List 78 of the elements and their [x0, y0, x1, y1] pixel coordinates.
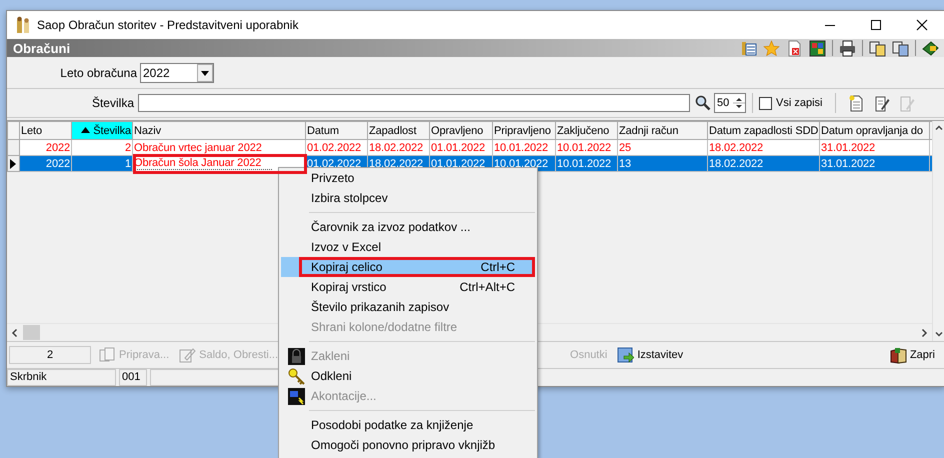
record-count-field: 2: [9, 346, 91, 364]
table-cell: 2: [124, 142, 131, 154]
column-header[interactable]: Naziv: [132, 122, 306, 140]
menu-item[interactable]: Izbira stolpcev: [281, 188, 535, 208]
delete-document-icon[interactable]: [786, 40, 803, 56]
edit-icon: [179, 346, 196, 364]
menu-item[interactable]: Število prikazanih zapisov: [281, 297, 535, 317]
sort-ascending-icon: [81, 126, 90, 132]
table-cell: 10.01.2022: [557, 158, 612, 170]
column-header[interactable]: Številka: [72, 122, 132, 140]
table-cell: 31.01.2022: [821, 142, 876, 154]
key-icon: [288, 368, 304, 384]
copy-icon[interactable]: [869, 40, 886, 56]
table-cell: 31.01.2022: [821, 158, 876, 170]
status-field: 001: [119, 369, 147, 386]
year-dropdown[interactable]: 2022: [140, 62, 214, 82]
toolbar-button[interactable]: Zapri: [888, 346, 937, 364]
table-cell: Obračun vrtec januar 2022: [134, 142, 262, 154]
table-cell: 18.02.2022: [369, 158, 424, 170]
menu-item[interactable]: Izvoz v Excel: [281, 237, 535, 257]
menu-item[interactable]: Čarovnik za izvoz podatkov ...: [281, 217, 535, 237]
column-header[interactable]: Zapadlost: [368, 122, 430, 140]
column-header[interactable]: Datum: [306, 122, 368, 140]
lock-icon: [288, 348, 304, 364]
table-cell: 18.02.2022: [709, 158, 764, 170]
column-header[interactable]: Zaključeno: [556, 122, 618, 140]
exit-icon[interactable]: [922, 40, 939, 56]
menu-item[interactable]: Omogoči ponovno pripravo vknjižb: [281, 435, 535, 455]
table-cell: 2022: [46, 158, 70, 170]
table-cell: 13: [619, 158, 632, 170]
number-input-field[interactable]: [138, 94, 690, 112]
menu-item[interactable]: Posodobi podatke za knjiženje: [281, 415, 535, 435]
table-cell: 10.01.2022: [494, 142, 548, 154]
window-title: Saop Obračun storitev - Predstavitveni uporabnik: [37, 18, 300, 32]
current-row-icon: [10, 158, 16, 168]
figures-icon: [15, 16, 31, 34]
column-header[interactable]: Datum opravljanja do: [820, 122, 930, 140]
table-cell: 18.02.2022: [369, 142, 424, 154]
copy-icon[interactable]: [892, 40, 909, 56]
menu-item[interactable]: Odkleni: [281, 366, 535, 386]
edit-document-icon[interactable]: [873, 94, 890, 112]
book-icon: [890, 346, 907, 364]
checkbox-label: Vsi zapisi: [776, 97, 822, 109]
columns-icon[interactable]: [740, 40, 757, 56]
field-label: Leto obračuna: [59, 66, 138, 80]
table-cell: 01.01.2022: [431, 142, 486, 154]
new-document-icon[interactable]: [848, 94, 865, 112]
grid-icon[interactable]: [809, 40, 826, 56]
column-header[interactable]: Zadnji račun: [618, 122, 708, 140]
table-cell: 18.02.2022: [709, 142, 764, 154]
checkbox[interactable]: [759, 96, 772, 110]
table-cell: 01.02.2022: [307, 142, 362, 154]
table-cell: 2022: [46, 142, 70, 154]
star-icon[interactable]: [763, 40, 780, 56]
table-cell: 01.02.2022: [307, 158, 362, 170]
toolbar-button[interactable]: Izstavitev: [615, 346, 686, 364]
column-header[interactable]: Leto: [20, 122, 72, 140]
column-header[interactable]: Datum zapadlosti SDD: [708, 122, 820, 140]
table-cell: 10.01.2022: [557, 142, 612, 154]
window-icon: [288, 388, 304, 404]
column-header[interactable]: Pripravljeno: [492, 122, 556, 140]
menu-item[interactable]: Kopiraj vrstico Ctrl+Alt+C: [281, 277, 535, 297]
field-label: Številka: [90, 96, 135, 110]
table-cell: 01.01.2022: [431, 158, 486, 170]
documents-icon: [99, 346, 116, 364]
search-icon[interactable]: [695, 95, 711, 111]
status-field: Skrbnik: [7, 369, 116, 386]
printer-icon[interactable]: [839, 40, 856, 56]
table-cell: 10.01.2022: [494, 158, 548, 170]
table-cell: 25: [619, 142, 632, 154]
page-size-spinner[interactable]: 50: [714, 93, 746, 113]
menu-item[interactable]: Kopiraj celico Ctrl+C: [281, 257, 535, 277]
table-cell: 1: [124, 158, 131, 170]
vertical-scrollbar[interactable]: [932, 121, 944, 341]
column-header[interactable]: Opravljeno: [430, 122, 492, 140]
table-row[interactable]: 2022 2 Obračun vrtec januar 2022 01.02.2022 18.02.2022 01.01.2022 10.01.2022 10.01.2022 25 18.02.2022 31.01.2022: [8, 140, 932, 156]
scroll-thumb[interactable]: [23, 325, 40, 340]
panel-title: Obračuni: [12, 40, 70, 56]
